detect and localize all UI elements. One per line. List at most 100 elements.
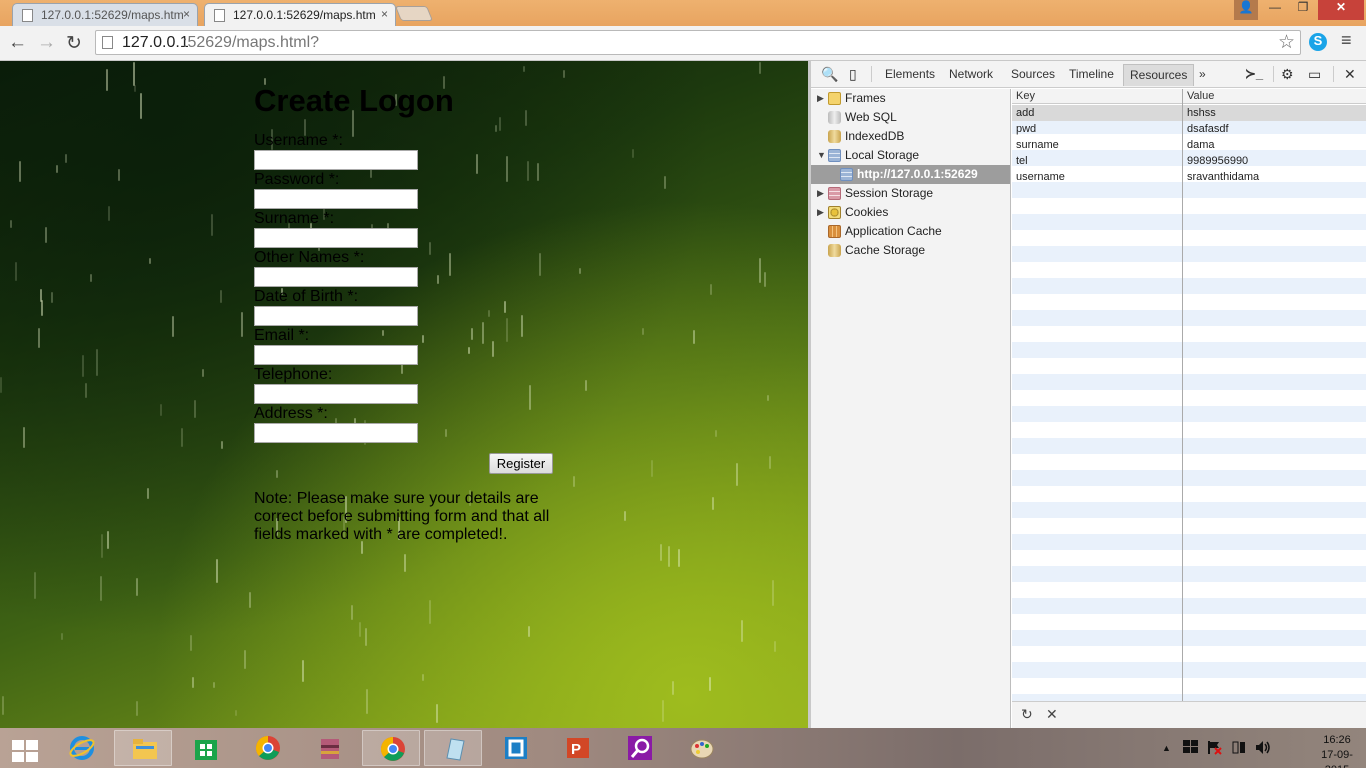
- forward-icon[interactable]: →: [37, 32, 56, 54]
- folder-icon: [828, 92, 841, 105]
- column-divider[interactable]: [1182, 89, 1183, 701]
- show-hidden-icons[interactable]: ▲: [1162, 743, 1171, 753]
- table-row[interactable]: tel 9989956990: [1012, 153, 1366, 169]
- tree-item-indexeddb[interactable]: IndexedDB: [811, 127, 1010, 146]
- expand-arrow-icon[interactable]: ▶: [817, 184, 824, 203]
- start-button[interactable]: [0, 730, 50, 766]
- table-row[interactable]: username sravanthidama: [1012, 169, 1366, 185]
- tree-item-frames[interactable]: ▶ Frames: [811, 89, 1010, 108]
- raindrop: [211, 214, 213, 236]
- refresh-icon[interactable]: ↻: [1021, 706, 1033, 723]
- tab-close-icon[interactable]: ×: [183, 7, 190, 21]
- back-icon[interactable]: ←: [8, 32, 27, 54]
- raindrop: [149, 258, 151, 264]
- console-drawer-icon[interactable]: ≻_: [1245, 66, 1263, 82]
- tree-item-local-origin[interactable]: http://127.0.0.1:52629: [811, 165, 1010, 184]
- table-row[interactable]: surname dama: [1012, 137, 1366, 153]
- minimize-button[interactable]: —: [1262, 0, 1288, 20]
- battery-icon[interactable]: [1232, 740, 1246, 755]
- taskbar-internet-explorer[interactable]: [52, 730, 110, 766]
- surname-input[interactable]: [254, 228, 418, 248]
- tab-title: 127.0.0.1:52629/maps.htm: [41, 8, 184, 22]
- raindrop: [678, 549, 680, 567]
- tab-close-icon[interactable]: ×: [381, 7, 388, 21]
- raindrop: [56, 165, 58, 173]
- browser-tab-2[interactable]: 127.0.0.1:52629/maps.htm ×: [204, 3, 396, 26]
- address-bar[interactable]: 127.0.0.1 :52629/maps.html? ☆: [95, 30, 1301, 55]
- inspect-search-icon[interactable]: 🔍: [821, 66, 838, 83]
- taskbar-notepad[interactable]: [424, 730, 482, 766]
- raindrop: [767, 395, 769, 401]
- menu-icon[interactable]: ≡: [1341, 30, 1352, 51]
- new-tab-button[interactable]: [394, 6, 434, 21]
- expand-arrow-icon[interactable]: ▶: [817, 89, 824, 108]
- tab-sources[interactable]: Sources: [1011, 67, 1055, 81]
- taskbar-winrar[interactable]: [300, 730, 358, 766]
- collapse-arrow-icon[interactable]: ▼: [817, 146, 826, 165]
- other-names-input[interactable]: [254, 267, 418, 287]
- email-input[interactable]: [254, 345, 418, 365]
- table-row[interactable]: add hshss: [1012, 105, 1366, 121]
- address-input[interactable]: [254, 423, 418, 443]
- taskbar-powerpoint[interactable]: P: [548, 730, 606, 766]
- system-clock[interactable]: 16:26 17-09-2015: [1312, 733, 1362, 768]
- date-of-birth-input[interactable]: [254, 306, 418, 326]
- tree-item-application-cache[interactable]: Application Cache: [811, 222, 1010, 241]
- tab-elements[interactable]: Elements: [885, 67, 935, 81]
- raindrop: [172, 316, 174, 337]
- cell-key: tel: [1016, 155, 1028, 167]
- dock-side-icon[interactable]: ▭: [1308, 66, 1321, 83]
- delete-icon[interactable]: ✕: [1046, 706, 1058, 723]
- reload-icon[interactable]: ↻: [66, 32, 82, 55]
- device-mode-icon[interactable]: ▯: [849, 66, 857, 83]
- database-icon: [828, 111, 841, 124]
- database-icon: [828, 244, 841, 257]
- taskbar-store[interactable]: [176, 730, 234, 766]
- user-icon[interactable]: 👤: [1234, 0, 1258, 20]
- raindrop: [774, 641, 776, 652]
- column-header-key[interactable]: Key: [1016, 90, 1035, 102]
- raindrop: [100, 576, 102, 601]
- volume-icon[interactable]: [1255, 740, 1271, 755]
- close-devtools-icon[interactable]: ✕: [1344, 66, 1356, 83]
- register-button[interactable]: Register: [489, 453, 553, 474]
- browser-tab-1[interactable]: 127.0.0.1:52629/maps.htm ×: [12, 3, 198, 26]
- bookmark-star-icon[interactable]: ☆: [1278, 31, 1295, 54]
- tab-timeline[interactable]: Timeline: [1069, 67, 1114, 81]
- tree-label: http://127.0.0.1:52629: [857, 167, 978, 181]
- expand-arrow-icon[interactable]: ▶: [817, 203, 824, 222]
- maximize-button[interactable]: ❐: [1290, 0, 1316, 20]
- taskbar-chrome[interactable]: [238, 730, 296, 766]
- grid-footer: ↻ ✕: [1012, 701, 1366, 728]
- taskbar-paint[interactable]: [672, 730, 730, 766]
- tree-item-web-sql[interactable]: Web SQL: [811, 108, 1010, 127]
- tree-item-cookies[interactable]: ▶ Cookies: [811, 203, 1010, 222]
- tab-network[interactable]: Network: [949, 67, 993, 81]
- username-input[interactable]: [254, 150, 418, 170]
- raindrop: [134, 85, 136, 92]
- network-disconnected-icon[interactable]: [1207, 740, 1222, 755]
- toolbar-divider: [871, 66, 872, 82]
- tab-resources[interactable]: Resources: [1123, 64, 1195, 86]
- table-row[interactable]: pwd dsafasdf: [1012, 121, 1366, 137]
- tree-item-cache-storage[interactable]: Cache Storage: [811, 241, 1010, 260]
- password-input[interactable]: [254, 189, 418, 209]
- raindrop: [528, 626, 530, 637]
- taskbar-app-blue[interactable]: [486, 730, 544, 766]
- telephone-input[interactable]: [254, 384, 418, 404]
- tree-item-local-storage[interactable]: ▼ Local Storage: [811, 146, 1010, 165]
- tree-item-session-storage[interactable]: ▶ Session Storage: [811, 184, 1010, 203]
- raindrop: [10, 220, 12, 228]
- taskbar-file-explorer[interactable]: [114, 730, 172, 766]
- taskbar-chrome-active[interactable]: [362, 730, 420, 766]
- field-label: Address *:: [254, 405, 328, 422]
- settings-gear-icon[interactable]: ⚙: [1281, 66, 1294, 83]
- column-header-value[interactable]: Value: [1187, 90, 1214, 102]
- raindrop: [213, 682, 215, 688]
- skype-icon[interactable]: S: [1309, 33, 1327, 51]
- more-tabs-icon[interactable]: »: [1199, 67, 1206, 81]
- close-window-button[interactable]: ✕: [1318, 0, 1364, 20]
- taskbar-search-app[interactable]: [610, 730, 668, 766]
- cell-key: add: [1016, 107, 1035, 119]
- action-center-flag-icon[interactable]: [1183, 740, 1198, 754]
